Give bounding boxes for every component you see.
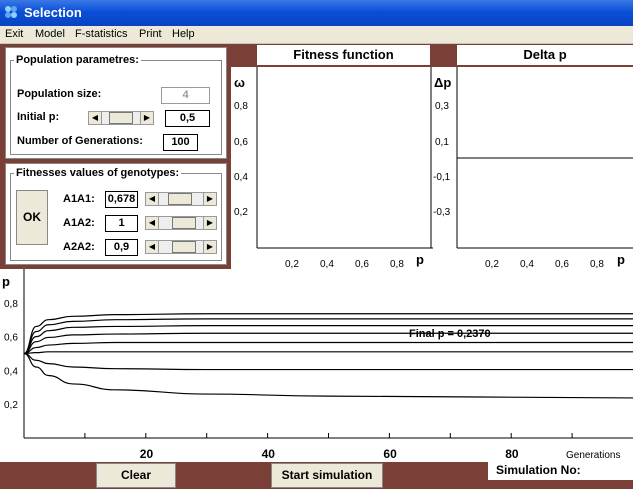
y-tick-label: 0,6 bbox=[4, 333, 18, 344]
x-tick-label: 80 bbox=[505, 447, 519, 461]
population-size-field[interactable]: 4 bbox=[161, 87, 210, 104]
simulation-number-box: Simulation No: bbox=[488, 462, 633, 480]
y-tick-label: 0,2 bbox=[4, 400, 18, 411]
scroll-thumb[interactable] bbox=[168, 193, 192, 205]
initial-p-field[interactable]: 0,5 bbox=[165, 110, 210, 127]
genotype-label-a1a1: A1A1: bbox=[63, 193, 95, 205]
scroll-thumb[interactable] bbox=[172, 217, 196, 229]
delta-plot-xlabel: p bbox=[617, 252, 625, 267]
final-p-annotation: Final p = 0,2370 bbox=[409, 328, 491, 340]
fitness-plot-xtick: 0,6 bbox=[355, 259, 369, 269]
menu-f-statistics[interactable]: F-statistics bbox=[75, 28, 128, 40]
scroll-left-icon[interactable]: ◀ bbox=[89, 112, 102, 124]
y-tick-label: 0,8 bbox=[4, 299, 18, 310]
app-icon bbox=[5, 6, 17, 18]
fitness-group-title: Fitnesses values of genotypes: bbox=[14, 167, 182, 179]
sim-chart-ylabel: p bbox=[2, 274, 10, 289]
menu-print[interactable]: Print bbox=[139, 28, 162, 40]
fitness-plot-ytick: 0,8 bbox=[234, 101, 248, 112]
genotype-a2a2-field[interactable]: 0,9 bbox=[105, 239, 138, 256]
window-title: Selection bbox=[24, 5, 82, 20]
scroll-right-icon[interactable]: ▶ bbox=[203, 217, 216, 229]
fitness-plot-title: Fitness function bbox=[257, 45, 430, 65]
delta-plot-xtick: 0,6 bbox=[555, 259, 569, 269]
fitness-plot-ylabel: ω bbox=[234, 75, 245, 90]
fitness-plot-xtick: 0,8 bbox=[390, 259, 404, 269]
menu-help[interactable]: Help bbox=[172, 28, 195, 40]
fitness-plot-ytick: 0,4 bbox=[234, 172, 248, 183]
title-bar: Selection bbox=[0, 0, 633, 26]
scroll-thumb[interactable] bbox=[172, 241, 196, 253]
fitness-plot-xlabel: p bbox=[416, 252, 424, 267]
simulation-chart: p Generations Final p = 0,2370 20 40 60 80 0… bbox=[0, 269, 633, 462]
ok-button[interactable]: OK bbox=[16, 190, 48, 245]
delta-plot-xtick: 0,4 bbox=[520, 259, 534, 269]
y-tick-label: 0,4 bbox=[4, 366, 18, 377]
delta-plot-xtick: 0,8 bbox=[590, 259, 604, 269]
delta-plot-ytick: 0,3 bbox=[435, 101, 449, 112]
x-tick-label: 40 bbox=[262, 447, 276, 461]
scroll-thumb[interactable] bbox=[109, 112, 133, 124]
sim-chart-xlabel: Generations bbox=[566, 450, 620, 461]
initial-p-scrollbar[interactable]: ◀ ▶ bbox=[88, 111, 154, 125]
delta-plot: Δp 0,3 0,1 -0,1 -0,3 0,2 0,4 0,6 0,8 p bbox=[433, 67, 633, 269]
scroll-right-icon[interactable]: ▶ bbox=[203, 193, 216, 205]
scroll-right-icon[interactable]: ▶ bbox=[203, 241, 216, 253]
initial-p-label: Initial p: bbox=[17, 111, 60, 123]
x-tick-label: 60 bbox=[383, 447, 397, 461]
fitness-panel: Fitnesses values of genotypes: OK A1A1: … bbox=[5, 163, 227, 265]
delta-plot-ytick: 0,1 bbox=[435, 137, 449, 148]
genotype-a2a2-scrollbar[interactable]: ◀ ▶ bbox=[145, 240, 217, 254]
x-tick-label: 20 bbox=[140, 447, 154, 461]
clear-button[interactable]: Clear bbox=[96, 463, 176, 488]
genotype-a1a2-scrollbar[interactable]: ◀ ▶ bbox=[145, 216, 217, 230]
population-panel: Population parametres: Population size: … bbox=[5, 47, 227, 159]
menu-exit[interactable]: Exit bbox=[5, 28, 23, 40]
population-group-title: Population parametres: bbox=[14, 54, 141, 66]
genotype-label-a1a2: A1A2: bbox=[63, 217, 95, 229]
genotype-label-a2a2: A2A2: bbox=[63, 241, 95, 253]
genotype-a1a1-scrollbar[interactable]: ◀ ▶ bbox=[145, 192, 217, 206]
fitness-plot-xtick: 0,2 bbox=[285, 259, 299, 269]
scroll-left-icon[interactable]: ◀ bbox=[146, 241, 159, 253]
fitness-plot-xtick: 0,4 bbox=[320, 259, 334, 269]
genotype-a1a2-field[interactable]: 1 bbox=[105, 215, 138, 232]
delta-plot-ylabel: Δp bbox=[434, 75, 451, 90]
fitness-plot-ytick: 0,6 bbox=[234, 137, 248, 148]
generations-label: Number of Generations: bbox=[17, 135, 143, 147]
population-size-label: Population size: bbox=[17, 88, 102, 100]
generations-field[interactable]: 100 bbox=[163, 134, 198, 151]
fitness-plot-ytick: 0,2 bbox=[234, 207, 248, 218]
menu-bar: Exit Model F-statistics Print Help bbox=[0, 26, 633, 44]
fitness-plot: ω 0,8 0,6 0,4 0,2 0,2 0,4 0,6 0,8 p bbox=[231, 67, 433, 269]
scroll-right-icon[interactable]: ▶ bbox=[140, 112, 153, 124]
genotype-a1a1-field[interactable]: 0,678 bbox=[105, 191, 138, 208]
delta-plot-ytick: -0,3 bbox=[433, 207, 451, 218]
simulation-number-label: Simulation No: bbox=[496, 463, 581, 477]
scroll-left-icon[interactable]: ◀ bbox=[146, 193, 159, 205]
scroll-left-icon[interactable]: ◀ bbox=[146, 217, 159, 229]
delta-plot-xtick: 0,2 bbox=[485, 259, 499, 269]
start-simulation-button[interactable]: Start simulation bbox=[271, 463, 383, 488]
delta-plot-ytick: -0,1 bbox=[433, 172, 451, 183]
delta-plot-title: Delta p bbox=[457, 45, 633, 65]
menu-model[interactable]: Model bbox=[35, 28, 65, 40]
